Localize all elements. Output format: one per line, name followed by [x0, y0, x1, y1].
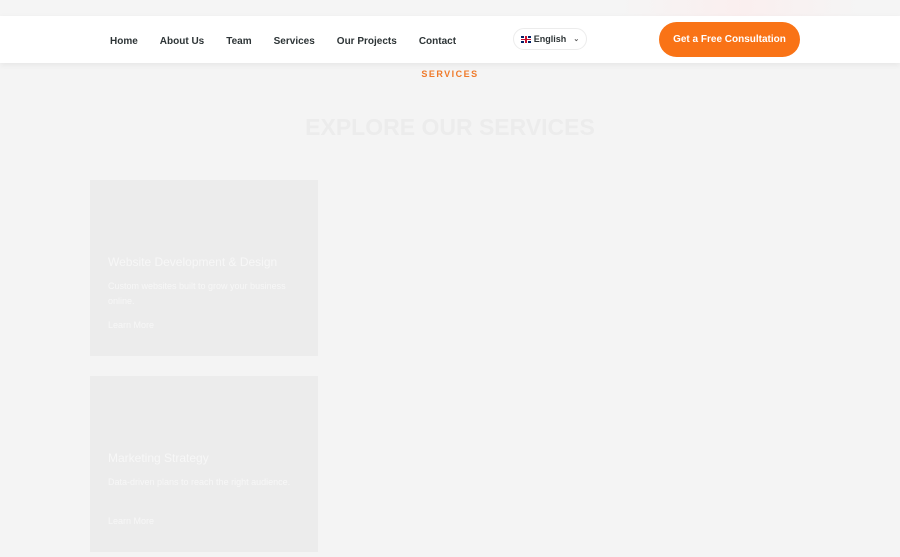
nav-link-team[interactable]: Team	[226, 36, 251, 47]
service-card-description: Data-driven plans to reach the right aud…	[108, 477, 291, 487]
nav-item-home: Home	[110, 31, 138, 49]
main-nav: Home About Us Team Services Our Projects…	[110, 16, 478, 63]
service-card-title: Marketing Strategy	[108, 451, 209, 465]
nav-link-contact[interactable]: Contact	[419, 36, 456, 47]
service-card-link[interactable]: Learn More	[108, 516, 154, 526]
service-card[interactable]: Marketing Strategy Data-driven plans to …	[90, 376, 318, 552]
nav-link-our-projects[interactable]: Our Projects	[337, 36, 397, 47]
uk-flag-icon	[520, 35, 531, 43]
nav-link-services[interactable]: Services	[274, 36, 315, 47]
free-consultation-button[interactable]: Get a Free Consultation	[659, 22, 800, 57]
service-card-description: Custom websites built to grow your busin…	[108, 281, 286, 306]
nav-link-about-us[interactable]: About Us	[160, 36, 204, 47]
service-card[interactable]: Website Development & Design Custom webs…	[90, 180, 318, 356]
site-header: Home About Us Team Services Our Projects…	[0, 16, 900, 63]
service-card-link[interactable]: Learn More	[108, 320, 154, 330]
nav-item-about: About Us	[160, 31, 204, 49]
language-selector[interactable]: English ⌄	[513, 28, 587, 50]
service-card-title: Website Development & Design	[108, 255, 278, 269]
nav-item-projects: Our Projects	[337, 31, 397, 49]
top-bar	[0, 0, 900, 16]
section-eyebrow: SERVICES	[421, 69, 479, 79]
chevron-down-icon: ⌄	[573, 36, 580, 43]
top-bar-glow	[620, 0, 860, 16]
nav-item-team: Team	[226, 31, 251, 49]
nav-item-contact: Contact	[419, 31, 456, 49]
nav-item-services: Services	[274, 31, 315, 49]
language-label: English	[533, 34, 567, 44]
nav-link-home[interactable]: Home	[110, 36, 138, 47]
section-title: EXPLORE OUR SERVICES	[305, 114, 595, 140]
